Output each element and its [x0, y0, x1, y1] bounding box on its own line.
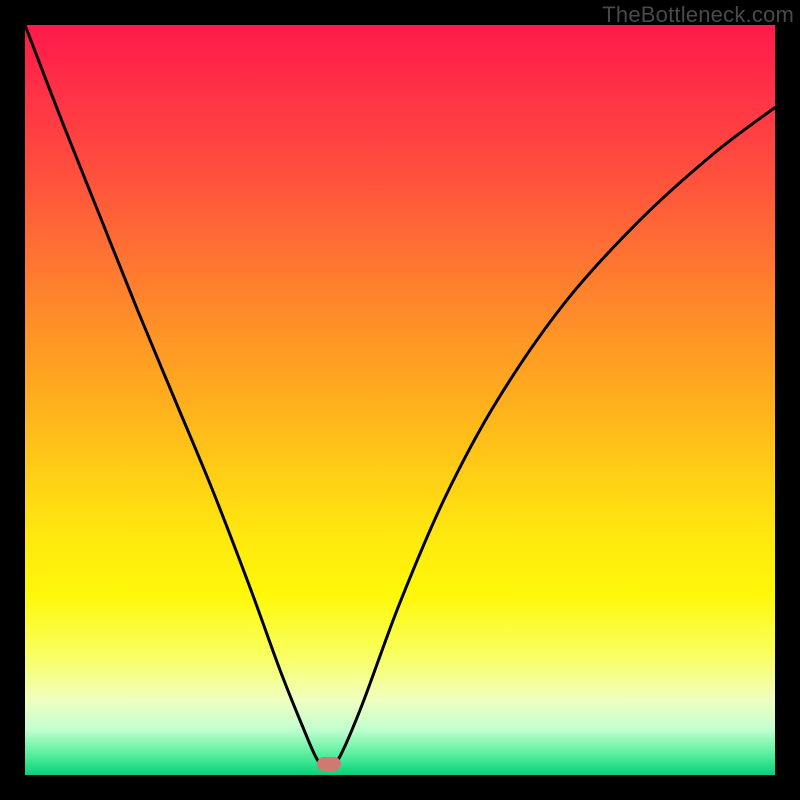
watermark-text: TheBottleneck.com — [602, 2, 794, 28]
bottleneck-curve — [25, 25, 775, 775]
chart-frame: TheBottleneck.com — [0, 0, 800, 800]
optimum-marker — [317, 757, 341, 771]
curve-path — [25, 25, 775, 768]
